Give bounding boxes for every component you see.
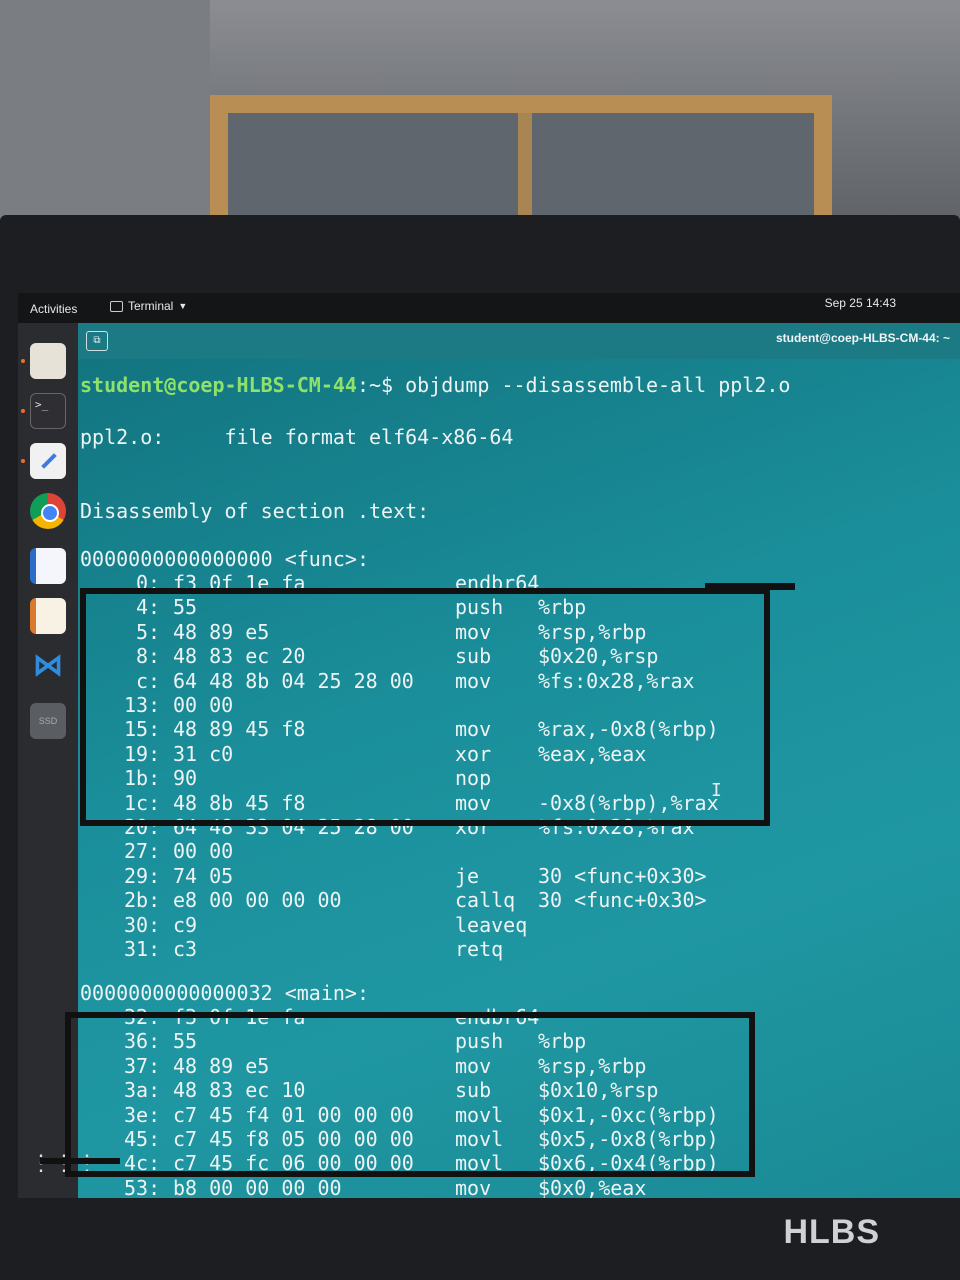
instruction-bytes: e8 00 00 00 00	[173, 888, 342, 913]
func-header: 0000000000000000 <func>:	[80, 547, 369, 571]
instruction-mnemonic: je	[455, 863, 480, 888]
instruction-mnemonic: callq	[455, 888, 516, 913]
instruction-address: 29:	[124, 863, 161, 888]
clock[interactable]: Sep 25 14:43	[825, 296, 896, 310]
terminal-header: ⧉ student@coep-HLBS-CM-44: ~	[78, 323, 960, 359]
app-menu-terminal[interactable]: Terminal ▼	[110, 299, 187, 313]
instruction-mnemonic: leaveq	[455, 912, 528, 937]
command-text: objdump --disassemble-all ppl2.o	[405, 373, 791, 397]
instruction-address: 30:	[124, 912, 161, 937]
files-icon[interactable]	[30, 343, 66, 379]
instruction-operands: 30 <func+0x30>	[538, 863, 707, 888]
annotation-mark	[40, 1158, 120, 1164]
new-tab-button[interactable]: ⧉	[86, 331, 108, 351]
annotation-mark	[705, 583, 795, 590]
top-bar: Activities Terminal ▼ Sep 25 14:43	[18, 293, 960, 323]
monitor-brand-logo: HLBS	[783, 1213, 880, 1251]
prompt-path: :~$	[356, 373, 406, 397]
instruction-bytes: c9	[173, 912, 198, 937]
annotation-box-func	[80, 588, 770, 826]
chevron-down-icon: ▼	[178, 301, 188, 311]
ssd-icon[interactable]: SSD	[30, 703, 66, 739]
instruction-address: 31:	[124, 937, 161, 961]
room-window	[210, 95, 832, 233]
instruction-bytes: 74 05	[173, 863, 234, 888]
writer-icon[interactable]	[30, 548, 66, 584]
instruction-mnemonic: mov	[455, 1175, 492, 1198]
chrome-icon[interactable]	[30, 493, 66, 529]
instruction-operands: $0x0,%eax	[538, 1175, 647, 1198]
instruction-bytes: 00 00	[173, 839, 234, 864]
instruction-address: 53:	[124, 1175, 161, 1198]
main-header: 0000000000000032 <main>:	[80, 981, 369, 1005]
terminal-title: student@coep-HLBS-CM-44: ~	[775, 331, 950, 345]
instruction-bytes: c3	[173, 937, 198, 961]
vscode-icon[interactable]: ⋈	[30, 648, 66, 684]
room-pillar	[0, 0, 210, 250]
terminal-icon[interactable]: >_	[30, 393, 66, 429]
instruction-operands: 30 <func+0x30>	[538, 888, 707, 913]
section-line: Disassembly of section .text:	[80, 499, 430, 523]
instruction-address: 2b:	[124, 888, 161, 913]
running-indicator	[21, 409, 25, 413]
terminal-icon	[110, 300, 123, 312]
impress-icon[interactable]	[30, 598, 66, 634]
file-format-line: ppl2.o: file format elf64-x86-64	[80, 425, 514, 449]
app-menu-label: Terminal	[128, 299, 174, 313]
instruction-address: 27:	[124, 839, 161, 864]
text-editor-icon[interactable]	[30, 443, 66, 479]
annotation-box-main	[65, 1012, 755, 1177]
prompt-line: student@coep-HLBS-CM-44:~$ objdump --dis…	[80, 373, 790, 397]
prompt-user: student@coep-HLBS-CM-44	[80, 373, 357, 397]
running-indicator	[21, 459, 25, 463]
running-indicator	[21, 359, 25, 363]
activities-button[interactable]: Activities	[30, 302, 77, 316]
instruction-mnemonic: retq	[455, 937, 504, 961]
instruction-bytes: b8 00 00 00 00	[173, 1175, 342, 1198]
